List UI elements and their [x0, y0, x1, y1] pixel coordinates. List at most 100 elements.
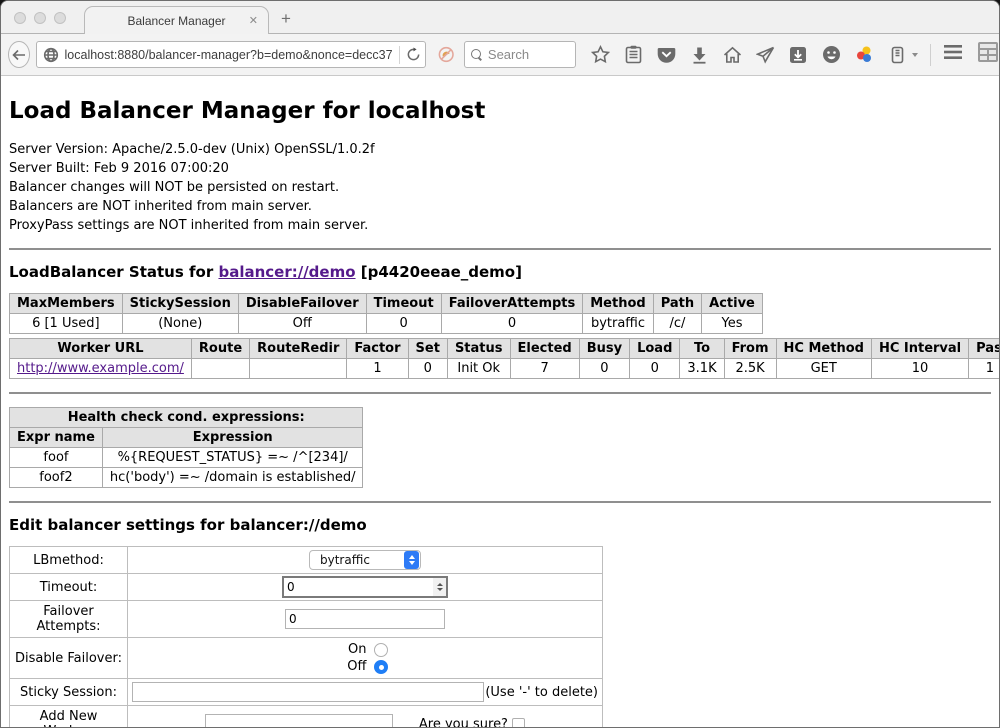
cell-set: 0: [408, 359, 447, 379]
worker-url-link[interactable]: http://www.example.com/: [17, 361, 184, 376]
section-divider: [9, 392, 991, 394]
lbmethod-select[interactable]: bytraffic: [309, 550, 421, 570]
col-failoverattempts: FailoverAttempts: [441, 294, 583, 314]
section-divider: [9, 248, 991, 250]
cell-busy: 0: [579, 359, 629, 379]
col-set: Set: [408, 339, 447, 359]
table-row: 6 [1 Used] (None) Off 0 0 bytraffic /c/ …: [10, 314, 763, 334]
color-dots-icon[interactable]: [854, 45, 874, 65]
cell-path: /c/: [653, 314, 701, 334]
navigation-toolbar: localhost:8880/balancer-manager?b=demo&n…: [1, 34, 999, 76]
col-expression: Expression: [102, 428, 363, 448]
edit-settings-heading: Edit balancer settings for balancer://de…: [9, 516, 991, 534]
section-divider: [9, 501, 991, 503]
device-battery-icon[interactable]: [887, 45, 907, 65]
health-table-title: Health check cond. expressions:: [10, 408, 363, 428]
disable-failover-on-radio[interactable]: [374, 643, 388, 657]
cell-route: [191, 359, 249, 379]
disable-failover-off-radio[interactable]: [374, 660, 388, 674]
col-active: Active: [702, 294, 763, 314]
cell-maxmembers: 6 [1 Used]: [10, 314, 123, 334]
close-tab-icon[interactable]: ✕: [249, 14, 258, 27]
minimize-window-button[interactable]: [34, 12, 46, 24]
chevron-down-icon[interactable]: [912, 53, 918, 57]
search-bar[interactable]: Search: [464, 41, 576, 68]
save-square-icon[interactable]: [788, 45, 808, 65]
content-blocked-icon[interactable]: [438, 44, 454, 65]
table-header-row: MaxMembers StickySession DisableFailover…: [10, 294, 763, 314]
col-disablefailover: DisableFailover: [238, 294, 366, 314]
sticky-session-input[interactable]: [132, 682, 484, 702]
col-expr-name: Expr name: [10, 428, 103, 448]
page-grid-icon[interactable]: [977, 41, 999, 68]
tab-balancer-manager[interactable]: Balancer Manager ✕: [84, 6, 269, 35]
persist-notice-line: Balancer changes will NOT be persisted o…: [9, 178, 991, 197]
new-tab-button[interactable]: +: [281, 9, 291, 29]
server-built-line: Server Built: Feb 9 2016 07:00:20: [9, 159, 991, 178]
edit-balancer-form: LBmethod: bytraffic Timeout:: [9, 546, 603, 728]
number-stepper-icon[interactable]: [433, 577, 447, 597]
cell-active: Yes: [702, 314, 763, 334]
cell-stickysession: (None): [122, 314, 238, 334]
add-worker-input[interactable]: [205, 714, 393, 728]
are-you-sure-group: Are you sure?: [419, 717, 525, 728]
cell-hc-interval: 10: [871, 359, 968, 379]
search-icon: [471, 49, 482, 60]
balancer-demo-link[interactable]: balancer://demo: [218, 263, 355, 281]
reading-list-icon[interactable]: [623, 45, 643, 65]
table-title-row: Health check cond. expressions:: [10, 408, 363, 428]
cell-to: 3.1K: [680, 359, 724, 379]
hello-smiley-icon[interactable]: [821, 45, 841, 65]
close-window-button[interactable]: [14, 12, 26, 24]
form-row-lbmethod: LBmethod: bytraffic: [10, 547, 603, 574]
pocket-icon[interactable]: [656, 45, 676, 65]
col-timeout: Timeout: [366, 294, 441, 314]
heading-suffix: [p4420eeae_demo]: [356, 263, 522, 281]
proxypass-notice-line: ProxyPass settings are NOT inherited fro…: [9, 216, 991, 235]
col-hc-interval: HC Interval: [871, 339, 968, 359]
health-check-table: Health check cond. expressions: Expr nam…: [9, 407, 363, 488]
col-to: To: [680, 339, 724, 359]
failover-attempts-input[interactable]: [285, 609, 445, 629]
cell-expr-name: foof: [10, 448, 103, 468]
reload-icon[interactable]: [406, 47, 421, 62]
cell-disablefailover: Off: [238, 314, 366, 334]
share-plane-icon[interactable]: [755, 45, 775, 65]
cell-load: 0: [630, 359, 680, 379]
zoom-window-button[interactable]: [54, 12, 66, 24]
form-row-add-worker: Add New Worker: Are you sure?: [10, 706, 603, 728]
col-method: Method: [583, 294, 653, 314]
server-version-line: Server Version: Apache/2.5.0-dev (Unix) …: [9, 140, 991, 159]
page-title: Load Balancer Manager for localhost: [9, 98, 991, 124]
url-bar[interactable]: localhost:8880/balancer-manager?b=demo&n…: [36, 41, 426, 68]
sticky-session-label: Sticky Session:: [10, 679, 128, 706]
col-maxmembers: MaxMembers: [10, 294, 123, 314]
disable-failover-label: Disable Failover:: [10, 638, 128, 679]
balancer-status-heading: LoadBalancer Status for balancer://demo …: [9, 263, 991, 281]
worker-row: http://www.example.com/ 1 0 Init Ok 7 0 …: [10, 359, 1000, 379]
cell-timeout: 0: [366, 314, 441, 334]
table-row: foof2 hc('body') =~ /domain is establish…: [10, 468, 363, 488]
cell-expression: %{REQUEST_STATUS} =~ /^[234]/: [102, 448, 363, 468]
are-you-sure-checkbox[interactable]: [512, 718, 525, 728]
col-busy: Busy: [579, 339, 629, 359]
bookmark-star-icon[interactable]: [590, 45, 610, 65]
back-button[interactable]: [8, 41, 30, 68]
timeout-input[interactable]: [283, 577, 433, 597]
lbmethod-label: LBmethod:: [10, 547, 128, 574]
cell-worker-url: http://www.example.com/: [10, 359, 192, 379]
col-route: Route: [191, 339, 249, 359]
menu-hamburger-icon[interactable]: [943, 44, 963, 65]
downloads-icon[interactable]: [689, 45, 709, 65]
tab-bar: Balancer Manager ✕ +: [1, 1, 999, 34]
cell-from: 2.5K: [724, 359, 776, 379]
table-header-row: Expr name Expression: [10, 428, 363, 448]
table-header-row: Worker URL Route RouteRedir Factor Set S…: [10, 339, 1000, 359]
url-text[interactable]: localhost:8880/balancer-manager?b=demo&n…: [65, 48, 393, 62]
col-elected: Elected: [510, 339, 579, 359]
timeout-field[interactable]: [283, 577, 447, 597]
cell-failoverattempts: 0: [441, 314, 583, 334]
select-stepper-icon: [404, 551, 419, 569]
heading-prefix: LoadBalancer Status for: [9, 263, 218, 281]
home-icon[interactable]: [722, 45, 742, 65]
